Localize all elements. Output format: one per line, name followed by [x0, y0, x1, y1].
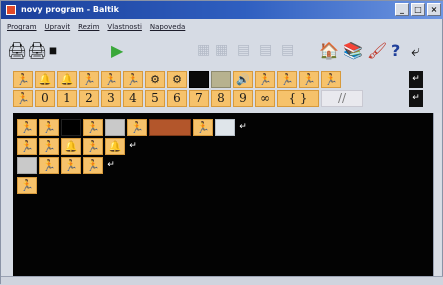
- canvas-cmd-bell[interactable]: 🔔: [61, 138, 81, 155]
- stop-icon[interactable]: ⏹: [49, 42, 57, 59]
- house-icon[interactable]: 🏠: [319, 42, 339, 59]
- palette-gear-2[interactable]: ⚙: [167, 71, 187, 88]
- print-preview-icon[interactable]: 🖨: [27, 42, 47, 59]
- run-button[interactable]: ▶: [111, 42, 123, 59]
- palette-digit-7[interactable]: 7: [189, 90, 209, 107]
- canvas-row-arrow: ↵: [239, 122, 247, 132]
- canvas-cmd-walk-row4[interactable]: 🏃: [17, 177, 37, 194]
- title-bar[interactable]: novy program - Baltik _ □ ×: [1, 1, 443, 19]
- canvas-row-arrow-2: ↵: [129, 141, 137, 151]
- canvas-cmd-walk-5[interactable]: 🏃: [193, 119, 213, 136]
- app-icon: [6, 5, 16, 15]
- canvas-cmd-walk-row2[interactable]: 🏃: [17, 138, 37, 155]
- palette-walk[interactable]: 🏃: [13, 71, 33, 88]
- panel-icon[interactable]: ▤: [237, 42, 250, 59]
- palette-digit-2[interactable]: 2: [79, 90, 99, 107]
- vertical-scrollbar[interactable]: [433, 113, 441, 276]
- palette-walk-4[interactable]: 🏃: [123, 71, 143, 88]
- menu-vlastnosti[interactable]: Vlastnosti: [107, 20, 141, 34]
- minimize-button[interactable]: _: [395, 3, 409, 16]
- palette-bell-2[interactable]: 🔔: [57, 71, 77, 88]
- palette-digit-0[interactable]: 0: [35, 90, 55, 107]
- palette-digit-5[interactable]: 5: [145, 90, 165, 107]
- palette-speaker-icon[interactable]: 🔊: [233, 71, 253, 88]
- brush-icon[interactable]: 🖌: [367, 42, 387, 59]
- menu-rezim[interactable]: Rezim: [78, 20, 99, 34]
- app-window: novy program - Baltik _ □ × Program Upra…: [0, 0, 443, 285]
- program-canvas[interactable]: 🏃 🏃 🏃 🏃 🏃 ↵ 🏃 🏃 🔔 🏃 🔔 ↵ 🏃 🏃 🏃 ↵ 🏃: [13, 113, 433, 276]
- canvas-cmd-walk-3[interactable]: 🏃: [83, 119, 103, 136]
- menu-bar: Program Upravit Rezim Vlastnosti Napoved…: [1, 20, 443, 34]
- palette-walk-3[interactable]: 🏃: [101, 71, 121, 88]
- print-icon[interactable]: 🖨: [7, 42, 27, 59]
- palette-walk-row2[interactable]: 🏃: [13, 90, 33, 107]
- palette-walk-8[interactable]: 🏃: [321, 71, 341, 88]
- canvas-cmd-grey-row3[interactable]: [17, 157, 37, 174]
- window-title: novy program - Baltik: [21, 5, 119, 14]
- palette-walk-5[interactable]: 🏃: [255, 71, 275, 88]
- canvas-cmd-walk-4[interactable]: 🏃: [127, 119, 147, 136]
- window-controls: _ □ ×: [395, 3, 441, 16]
- canvas-cmd-bell-2[interactable]: 🔔: [105, 138, 125, 155]
- palette-walk-7[interactable]: 🏃: [299, 71, 319, 88]
- menu-program[interactable]: Program: [7, 20, 37, 34]
- toolbar: 🖨 🖨 ⏹ ▶ ▦ ▦ ▤ ▤ ▤ 🏠 📚 🖌 ? ⤶: [1, 37, 443, 63]
- palette-digit-8[interactable]: 8: [211, 90, 231, 107]
- canvas-cmd-grey[interactable]: [105, 119, 125, 136]
- palette-comment[interactable]: //: [321, 90, 363, 107]
- command-palette: 🏃 🔔 🔔 🏃 🏃 🏃 ⚙ ⚙ 🔊 🏃 🏃 🏃 🏃 ↵ 🏃 0 1 2 3 4 …: [13, 71, 423, 107]
- palette-black-tile[interactable]: [189, 71, 209, 88]
- palette-walk-2[interactable]: 🏃: [79, 71, 99, 88]
- canvas-cmd-walk-row2-b[interactable]: 🏃: [39, 138, 59, 155]
- canvas-cmd-walk[interactable]: 🏃: [17, 119, 37, 136]
- panel-icon-3[interactable]: ▤: [281, 42, 294, 59]
- palette-digit-3[interactable]: 3: [101, 90, 121, 107]
- palette-digit-6[interactable]: 6: [167, 90, 187, 107]
- exit-icon[interactable]: ⤶: [411, 42, 420, 59]
- maximize-button[interactable]: □: [411, 3, 425, 16]
- palette-bell[interactable]: 🔔: [35, 71, 55, 88]
- canvas-cmd-walk-2[interactable]: 🏃: [39, 119, 59, 136]
- palette-arrow-2: ↵: [409, 90, 423, 107]
- palette-gear[interactable]: ⚙: [145, 71, 165, 88]
- canvas-cmd-walk-row2-c[interactable]: 🏃: [83, 138, 103, 155]
- menu-upravit[interactable]: Upravit: [45, 20, 71, 34]
- panel-icon-2[interactable]: ▤: [259, 42, 272, 59]
- palette-digit-1[interactable]: 1: [57, 90, 77, 107]
- palette-grey-tile[interactable]: [211, 71, 231, 88]
- close-button[interactable]: ×: [427, 3, 441, 16]
- grid-icon[interactable]: ▦: [197, 42, 210, 59]
- palette-infinity[interactable]: ∞: [255, 90, 275, 107]
- canvas-cmd-pale[interactable]: [215, 119, 235, 136]
- help-icon[interactable]: ?: [391, 42, 400, 59]
- canvas-cmd-walk-row3[interactable]: 🏃: [39, 157, 59, 174]
- grid-icon-2[interactable]: ▦: [215, 42, 228, 59]
- palette-walk-6[interactable]: 🏃: [277, 71, 297, 88]
- canvas-cmd-walk-row3-b[interactable]: 🏃: [61, 157, 81, 174]
- palette-arrow: ↵: [409, 71, 423, 88]
- menu-napoveda[interactable]: Napoveda: [150, 20, 185, 34]
- canvas-cmd-black[interactable]: [61, 119, 81, 136]
- canvas-row-arrow-3: ↵: [107, 160, 115, 170]
- palette-braces[interactable]: { }: [277, 90, 319, 107]
- canvas-cmd-walk-row3-c[interactable]: 🏃: [83, 157, 103, 174]
- palette-digit-9[interactable]: 9: [233, 90, 253, 107]
- palette-digit-4[interactable]: 4: [123, 90, 143, 107]
- book-icon[interactable]: 📚: [343, 42, 363, 59]
- canvas-cmd-door[interactable]: [149, 119, 191, 136]
